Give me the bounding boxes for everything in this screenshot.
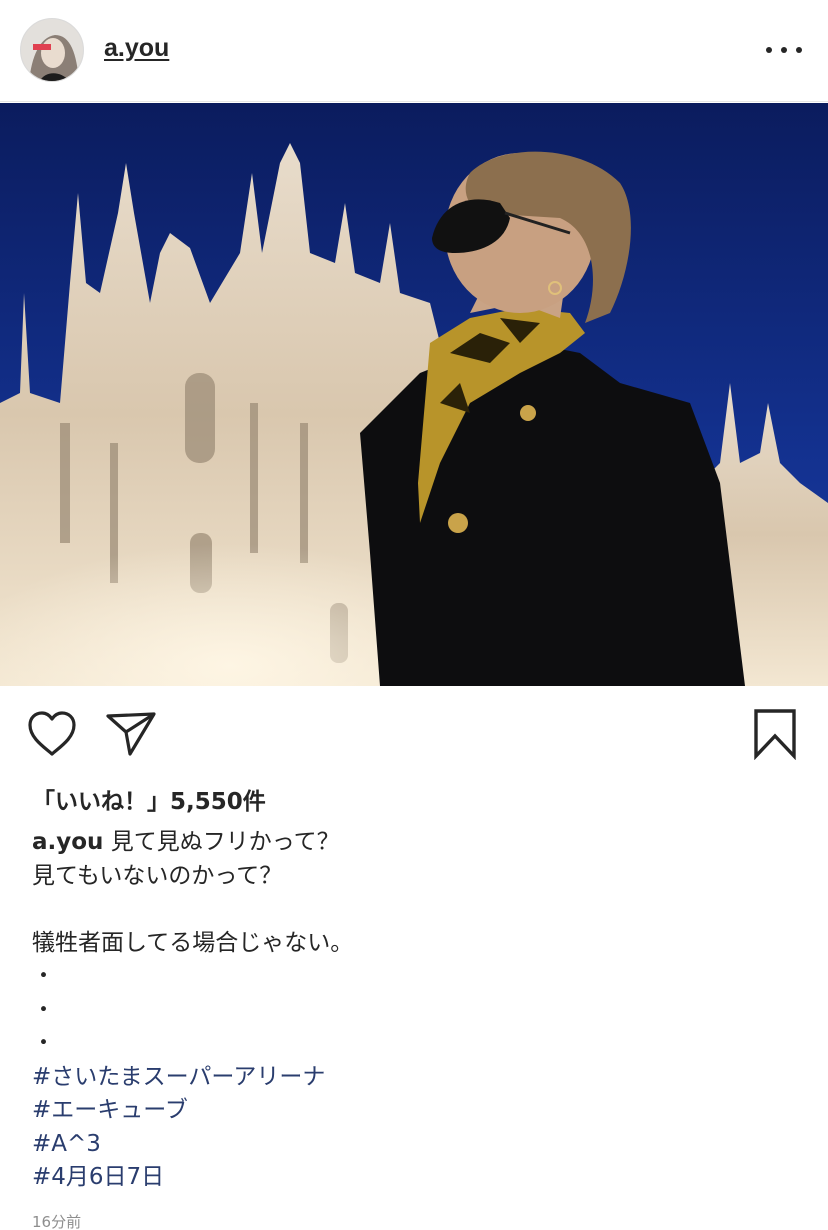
caption-line: 見てもいないのかって？ <box>32 862 283 889</box>
bookmark-icon <box>754 709 796 761</box>
hashtag-link[interactable]: #エーキューブ <box>32 1094 802 1128</box>
caption-line: ・ <box>32 1030 55 1056</box>
caption-line: ・ <box>32 963 55 989</box>
caption-username[interactable]: a.you <box>32 829 103 855</box>
save-button[interactable] <box>752 708 798 761</box>
more-dot <box>796 47 802 53</box>
hashtag-link[interactable]: #さいたまスーパーアリーナ <box>32 1061 802 1095</box>
share-button[interactable] <box>104 710 158 758</box>
caption-first-line: a.you 見て見ぬフリかって？ <box>32 826 802 860</box>
action-bar <box>0 690 828 780</box>
paper-plane-icon <box>106 712 156 756</box>
hashtag-link[interactable]: #A^3 <box>32 1128 802 1162</box>
post-header: a.you <box>0 0 828 102</box>
heart-icon <box>28 711 76 756</box>
avatar[interactable] <box>20 18 84 82</box>
like-button[interactable] <box>26 710 78 758</box>
photo-illustration <box>0 103 828 686</box>
more-horizontal-icon <box>766 47 772 53</box>
post-photo[interactable] <box>0 103 828 686</box>
more-options-button[interactable] <box>766 38 802 62</box>
more-dot <box>781 47 787 53</box>
likes-count[interactable]: 「いいね！」5,550件 <box>32 782 266 816</box>
post-timestamp: 16分前 <box>32 1213 82 1230</box>
avatar-image <box>21 19 83 81</box>
username-link[interactable]: a.you <box>104 34 169 63</box>
caption-line <box>32 893 802 927</box>
caption-line: ・ <box>32 996 55 1023</box>
hashtag-link[interactable]: #4月6日7日 <box>32 1161 802 1195</box>
instagram-post: a.you 「いいね！」5,550件 a.you 見て見ぬフリかって？ 見てもい… <box>0 0 828 1230</box>
caption: a.you 見て見ぬフリかって？ 見てもいないのかって？ 犠牲者面してる場合じゃ… <box>32 826 802 1195</box>
caption-text: 見て見ぬフリかって？ <box>110 829 340 855</box>
caption-line: 犠牲者面してる場合じゃない。 <box>32 929 354 956</box>
